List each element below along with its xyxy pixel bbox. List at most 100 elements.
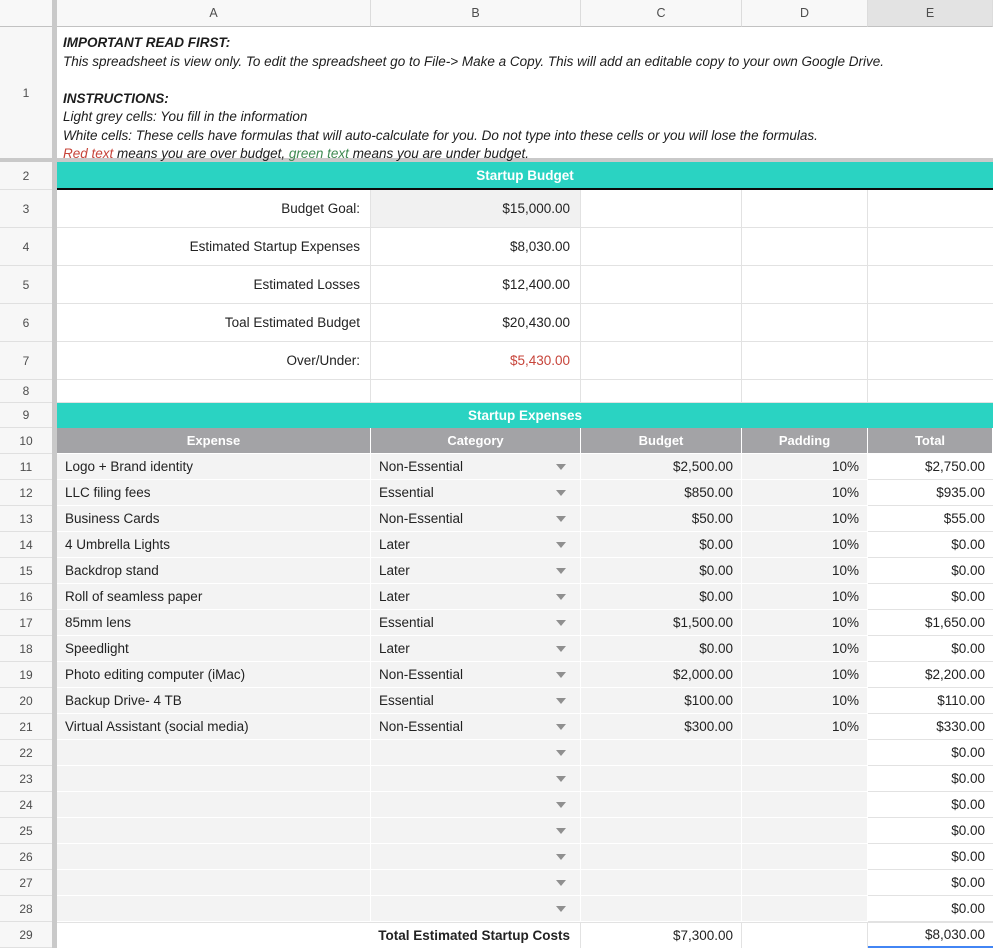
- budget-cell[interactable]: $850.00: [581, 480, 742, 506]
- row-number[interactable]: 22: [0, 740, 52, 766]
- expense-name-cell[interactable]: [57, 818, 371, 844]
- dropdown-arrow-icon[interactable]: [556, 646, 566, 652]
- empty-cell[interactable]: [742, 228, 868, 266]
- expense-name-cell[interactable]: Virtual Assistant (social media): [57, 714, 371, 740]
- dropdown-arrow-icon[interactable]: [556, 594, 566, 600]
- expense-name-cell[interactable]: [57, 896, 371, 922]
- row-number[interactable]: 25: [0, 818, 52, 844]
- grand-total-value[interactable]: $8,030.00: [868, 922, 993, 948]
- budget-summary-label[interactable]: Over/Under:: [57, 342, 371, 380]
- padding-cell[interactable]: 10%: [742, 610, 868, 636]
- empty-cell[interactable]: [742, 304, 868, 342]
- row-number[interactable]: 28: [0, 896, 52, 922]
- empty-cell[interactable]: [742, 342, 868, 380]
- total-cell[interactable]: $0.00: [868, 532, 993, 558]
- column-header-b[interactable]: B: [371, 0, 581, 27]
- row-number[interactable]: 17: [0, 610, 52, 636]
- dropdown-arrow-icon[interactable]: [556, 854, 566, 860]
- row-number[interactable]: 8: [0, 380, 52, 403]
- category-cell[interactable]: Non-Essential: [371, 714, 581, 740]
- padding-cell[interactable]: 10%: [742, 688, 868, 714]
- total-cell[interactable]: $2,750.00: [868, 454, 993, 480]
- total-cell[interactable]: $0.00: [868, 896, 993, 922]
- expense-name-cell[interactable]: Logo + Brand identity: [57, 454, 371, 480]
- dropdown-arrow-icon[interactable]: [556, 464, 566, 470]
- padding-cell[interactable]: [742, 792, 868, 818]
- row-number[interactable]: 18: [0, 636, 52, 662]
- padding-cell[interactable]: 10%: [742, 480, 868, 506]
- startup-expenses-title[interactable]: Startup Expenses: [57, 403, 993, 428]
- total-cell[interactable]: $0.00: [868, 584, 993, 610]
- total-cell[interactable]: $0.00: [868, 558, 993, 584]
- row-number[interactable]: 1: [0, 27, 52, 158]
- dropdown-arrow-icon[interactable]: [556, 880, 566, 886]
- total-column-header[interactable]: Total: [868, 428, 993, 454]
- expense-name-cell[interactable]: Photo editing computer (iMac): [57, 662, 371, 688]
- padding-cell[interactable]: 10%: [742, 662, 868, 688]
- padding-cell[interactable]: 10%: [742, 454, 868, 480]
- expense-name-cell[interactable]: [57, 766, 371, 792]
- padding-cell[interactable]: 10%: [742, 558, 868, 584]
- row-number[interactable]: 5: [0, 266, 52, 304]
- row-number[interactable]: 24: [0, 792, 52, 818]
- padding-cell[interactable]: [742, 740, 868, 766]
- row-number[interactable]: 16: [0, 584, 52, 610]
- category-cell[interactable]: [371, 792, 581, 818]
- dropdown-arrow-icon[interactable]: [556, 828, 566, 834]
- empty-cell[interactable]: [868, 266, 993, 304]
- empty-cell[interactable]: [581, 342, 742, 380]
- padding-cell[interactable]: 10%: [742, 506, 868, 532]
- padding-cell[interactable]: 10%: [742, 584, 868, 610]
- startup-budget-title[interactable]: Startup Budget: [57, 162, 993, 190]
- empty-cell[interactable]: [868, 228, 993, 266]
- total-cell[interactable]: $0.00: [868, 740, 993, 766]
- expense-name-cell[interactable]: [57, 844, 371, 870]
- budget-cell[interactable]: $0.00: [581, 636, 742, 662]
- category-cell[interactable]: [371, 818, 581, 844]
- budget-summary-value[interactable]: $15,000.00: [371, 190, 581, 228]
- budget-cell[interactable]: $300.00: [581, 714, 742, 740]
- empty-cell[interactable]: [371, 380, 581, 403]
- row-number[interactable]: 12: [0, 480, 52, 506]
- budget-cell[interactable]: $1,500.00: [581, 610, 742, 636]
- padding-cell[interactable]: [742, 766, 868, 792]
- total-cell[interactable]: $0.00: [868, 792, 993, 818]
- row-number[interactable]: 21: [0, 714, 52, 740]
- total-cell[interactable]: $935.00: [868, 480, 993, 506]
- expense-name-cell[interactable]: [57, 740, 371, 766]
- dropdown-arrow-icon[interactable]: [556, 672, 566, 678]
- row-number[interactable]: 15: [0, 558, 52, 584]
- dropdown-arrow-icon[interactable]: [556, 620, 566, 626]
- expense-column-header[interactable]: Expense: [57, 428, 371, 454]
- category-cell[interactable]: Non-Essential: [371, 506, 581, 532]
- empty-cell[interactable]: [868, 380, 993, 403]
- budget-cell[interactable]: [581, 818, 742, 844]
- category-cell[interactable]: Essential: [371, 688, 581, 714]
- category-column-header[interactable]: Category: [371, 428, 581, 454]
- total-cell[interactable]: $0.00: [868, 870, 993, 896]
- budget-cell[interactable]: [581, 766, 742, 792]
- row-number[interactable]: 11: [0, 454, 52, 480]
- expense-name-cell[interactable]: Backup Drive- 4 TB: [57, 688, 371, 714]
- budget-cell[interactable]: $2,000.00: [581, 662, 742, 688]
- row-number[interactable]: 19: [0, 662, 52, 688]
- category-cell[interactable]: Later: [371, 636, 581, 662]
- budget-column-header[interactable]: Budget: [581, 428, 742, 454]
- dropdown-arrow-icon[interactable]: [556, 802, 566, 808]
- expense-name-cell[interactable]: 85mm lens: [57, 610, 371, 636]
- row-number[interactable]: 23: [0, 766, 52, 792]
- budget-cell[interactable]: $50.00: [581, 506, 742, 532]
- column-header-c[interactable]: C: [581, 0, 742, 27]
- dropdown-arrow-icon[interactable]: [556, 568, 566, 574]
- empty-cell[interactable]: [742, 922, 868, 948]
- dropdown-arrow-icon[interactable]: [556, 906, 566, 912]
- budget-summary-label[interactable]: Estimated Losses: [57, 266, 371, 304]
- empty-cell[interactable]: [581, 190, 742, 228]
- budget-cell[interactable]: [581, 870, 742, 896]
- budget-summary-label[interactable]: Estimated Startup Expenses: [57, 228, 371, 266]
- column-header-e[interactable]: E: [868, 0, 993, 27]
- row-number[interactable]: 13: [0, 506, 52, 532]
- padding-cell[interactable]: [742, 844, 868, 870]
- budget-summary-label[interactable]: Budget Goal:: [57, 190, 371, 228]
- budget-cell[interactable]: $2,500.00: [581, 454, 742, 480]
